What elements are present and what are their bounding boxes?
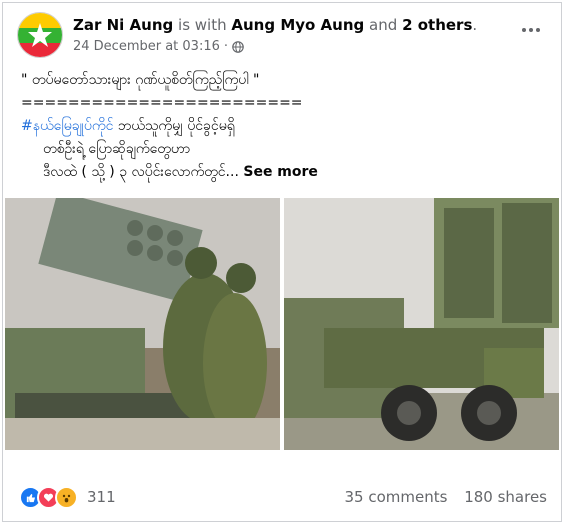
- globe-icon[interactable]: [232, 40, 244, 53]
- comments-count-link[interactable]: 35 comments: [344, 488, 447, 506]
- photo-rocket-launcher-truck[interactable]: [283, 198, 559, 450]
- post-text: " တပ်မတော်သားများ ဂုဏ်ယူစိတ်ကြည့်ကြပါ " …: [21, 69, 551, 184]
- post-text-line: ဒီလထဲ ( သို့ ) ၃ လပိုင်းလောက်တွင်... See…: [43, 164, 318, 180]
- post-text-divider: ========================: [21, 95, 303, 111]
- photo-image: [5, 198, 280, 450]
- reactions-summary[interactable]: 311: [19, 485, 116, 509]
- more-options-icon[interactable]: [517, 20, 545, 40]
- post-attribution: Zar Ni Aung is with Aung Myo Aung and 2 …: [73, 16, 478, 34]
- post-text-line: တစ်ဦးရဲ့ ပြောဆိုချက်တွေဟာ: [43, 141, 191, 157]
- author-avatar[interactable]: [17, 12, 63, 58]
- with-text: is with: [178, 16, 227, 34]
- see-more-link[interactable]: See more: [243, 164, 318, 180]
- reactions-count: 311: [87, 488, 116, 506]
- photo-image: [283, 198, 559, 450]
- tagged-others-link[interactable]: 2 others: [402, 16, 472, 34]
- post-footer: 311 35 comments 180 shares: [19, 485, 547, 509]
- wow-icon: [55, 485, 78, 509]
- post-meta: 24 December at 03:16 ·: [73, 39, 244, 54]
- post-text-line: " တပ်မတော်သားများ ဂုဏ်ယူစိတ်ကြည့်ကြပါ ": [21, 72, 260, 88]
- flag-avatar-icon: [18, 13, 62, 57]
- post-card: Zar Ni Aung is with Aung Myo Aung and 2 …: [2, 2, 562, 522]
- photo-grid: [5, 198, 559, 450]
- engagement-stats: 35 comments 180 shares: [332, 488, 547, 506]
- post-header: Zar Ni Aung is with Aung Myo Aung and 2 …: [17, 12, 547, 58]
- shares-count-link[interactable]: 180 shares: [464, 488, 547, 506]
- post-timestamp[interactable]: 24 December at 03:16: [73, 39, 220, 54]
- tagged-name[interactable]: Aung Myo Aung: [231, 16, 364, 34]
- hashtag-link[interactable]: #နယ်မြေချုပ်ကိုင်: [21, 118, 113, 134]
- and-text: and: [369, 16, 398, 34]
- post-text-line: #နယ်မြေချုပ်ကိုင် ဘယ်သူကိုမျှ ပိုင်ခွင့်…: [21, 118, 235, 134]
- author-name[interactable]: Zar Ni Aung: [73, 16, 173, 34]
- photo-rocket-launcher-soldiers[interactable]: [5, 198, 281, 450]
